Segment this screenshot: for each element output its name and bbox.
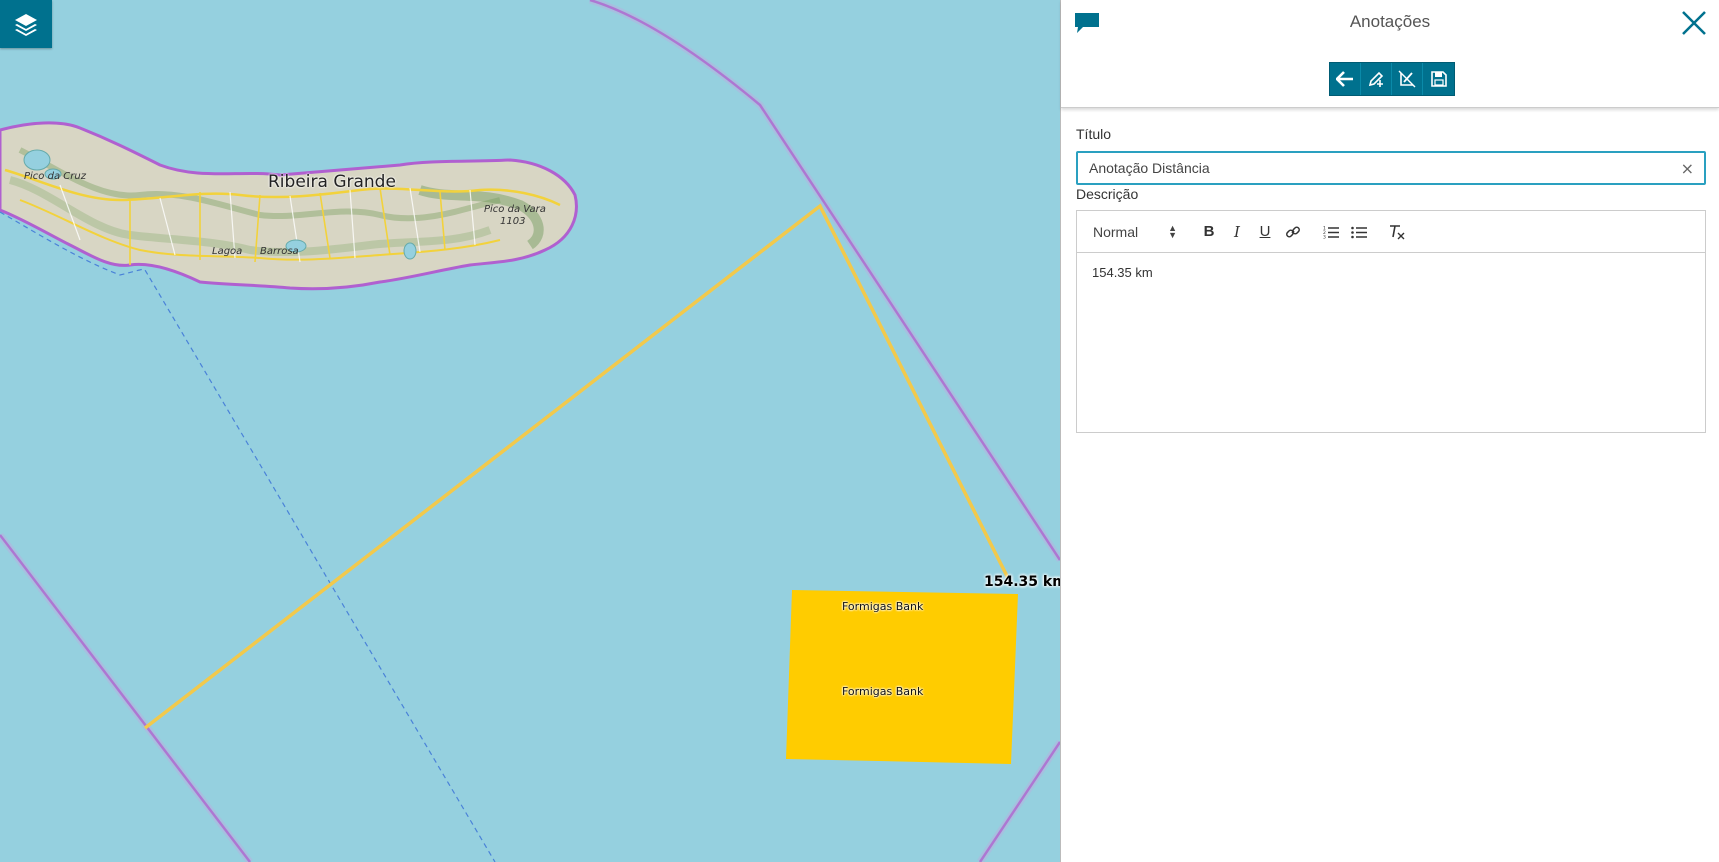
place-label-pico-da-vara: Pico da Vara	[484, 204, 546, 215]
title-field: ×	[1076, 151, 1706, 185]
place-label-lagoa: Lagoa	[212, 246, 243, 257]
clear-format-button[interactable]	[1383, 220, 1411, 244]
editor-toolbar: Normal ▲ ▼ B I U 1 2 3	[1077, 211, 1705, 253]
bullet-list-button[interactable]	[1345, 220, 1373, 244]
italic-button[interactable]: I	[1223, 220, 1251, 244]
draw-annotation-button[interactable]	[1361, 63, 1392, 95]
layers-button[interactable]	[0, 0, 52, 48]
annotation-toolbar	[1329, 62, 1455, 96]
panel-title: Anotações	[1349, 12, 1431, 31]
save-icon	[1430, 71, 1447, 87]
ordered-list-icon: 1 2 3	[1323, 225, 1339, 239]
panel-header: Anotações	[1061, 0, 1719, 108]
title-input[interactable]	[1078, 153, 1704, 183]
place-label-altitude: 1103	[500, 216, 526, 227]
bank-label-formigas: Formigas Bank	[842, 600, 924, 613]
bullet-list-icon	[1351, 226, 1367, 238]
pencil-add-icon	[1368, 71, 1384, 87]
dashed-route	[0, 211, 496, 862]
ordered-list-button[interactable]: 1 2 3	[1317, 220, 1345, 244]
description-label: Descrição	[1076, 186, 1139, 202]
place-label-barrosa: Barrosa	[260, 246, 299, 257]
layers-icon	[15, 14, 37, 36]
boundary-line-north	[589, 0, 1060, 561]
select-arrows-icon: ▲ ▼	[1168, 222, 1177, 240]
close-button[interactable]	[1679, 8, 1709, 38]
format-select[interactable]: Normal ▲ ▼	[1093, 222, 1185, 240]
place-label-ribeira-grande: Ribeira Grande	[268, 172, 396, 192]
title-label: Título	[1076, 126, 1112, 142]
link-icon	[1286, 226, 1300, 237]
edit-geometry-button[interactable]	[1392, 63, 1423, 95]
save-button[interactable]	[1423, 63, 1454, 95]
arrow-left-icon	[1336, 71, 1353, 87]
measurement-label: 154.35 km	[984, 574, 1060, 590]
formigas-bank-area	[786, 590, 1018, 764]
bank-label-formigas: Formigas Bank	[842, 685, 924, 698]
clear-format-icon	[1390, 224, 1405, 239]
svg-text:3: 3	[1323, 234, 1326, 239]
bold-button[interactable]: B	[1195, 220, 1223, 244]
description-editor: Normal ▲ ▼ B I U 1 2 3 154.35 km	[1076, 210, 1706, 433]
clear-title-icon[interactable]: ×	[1681, 159, 1694, 178]
place-label-pico-da-cruz: Pico da Cruz	[24, 171, 86, 182]
underline-button[interactable]: U	[1251, 220, 1279, 244]
edit-geometry-icon	[1398, 70, 1416, 88]
annotations-panel: Anotações Título Anotação Distância × De…	[1060, 0, 1719, 862]
link-button[interactable]	[1279, 220, 1307, 244]
back-button[interactable]	[1330, 63, 1361, 95]
map-graphics	[0, 0, 1060, 862]
format-select-value: Normal	[1093, 223, 1139, 240]
app: Ribeira Grande Pico da Cruz Pico da Vara…	[0, 0, 1719, 862]
close-icon	[1682, 11, 1706, 35]
map-canvas[interactable]: Ribeira Grande Pico da Cruz Pico da Vara…	[0, 0, 1060, 862]
description-content[interactable]: 154.35 km	[1077, 253, 1705, 292]
